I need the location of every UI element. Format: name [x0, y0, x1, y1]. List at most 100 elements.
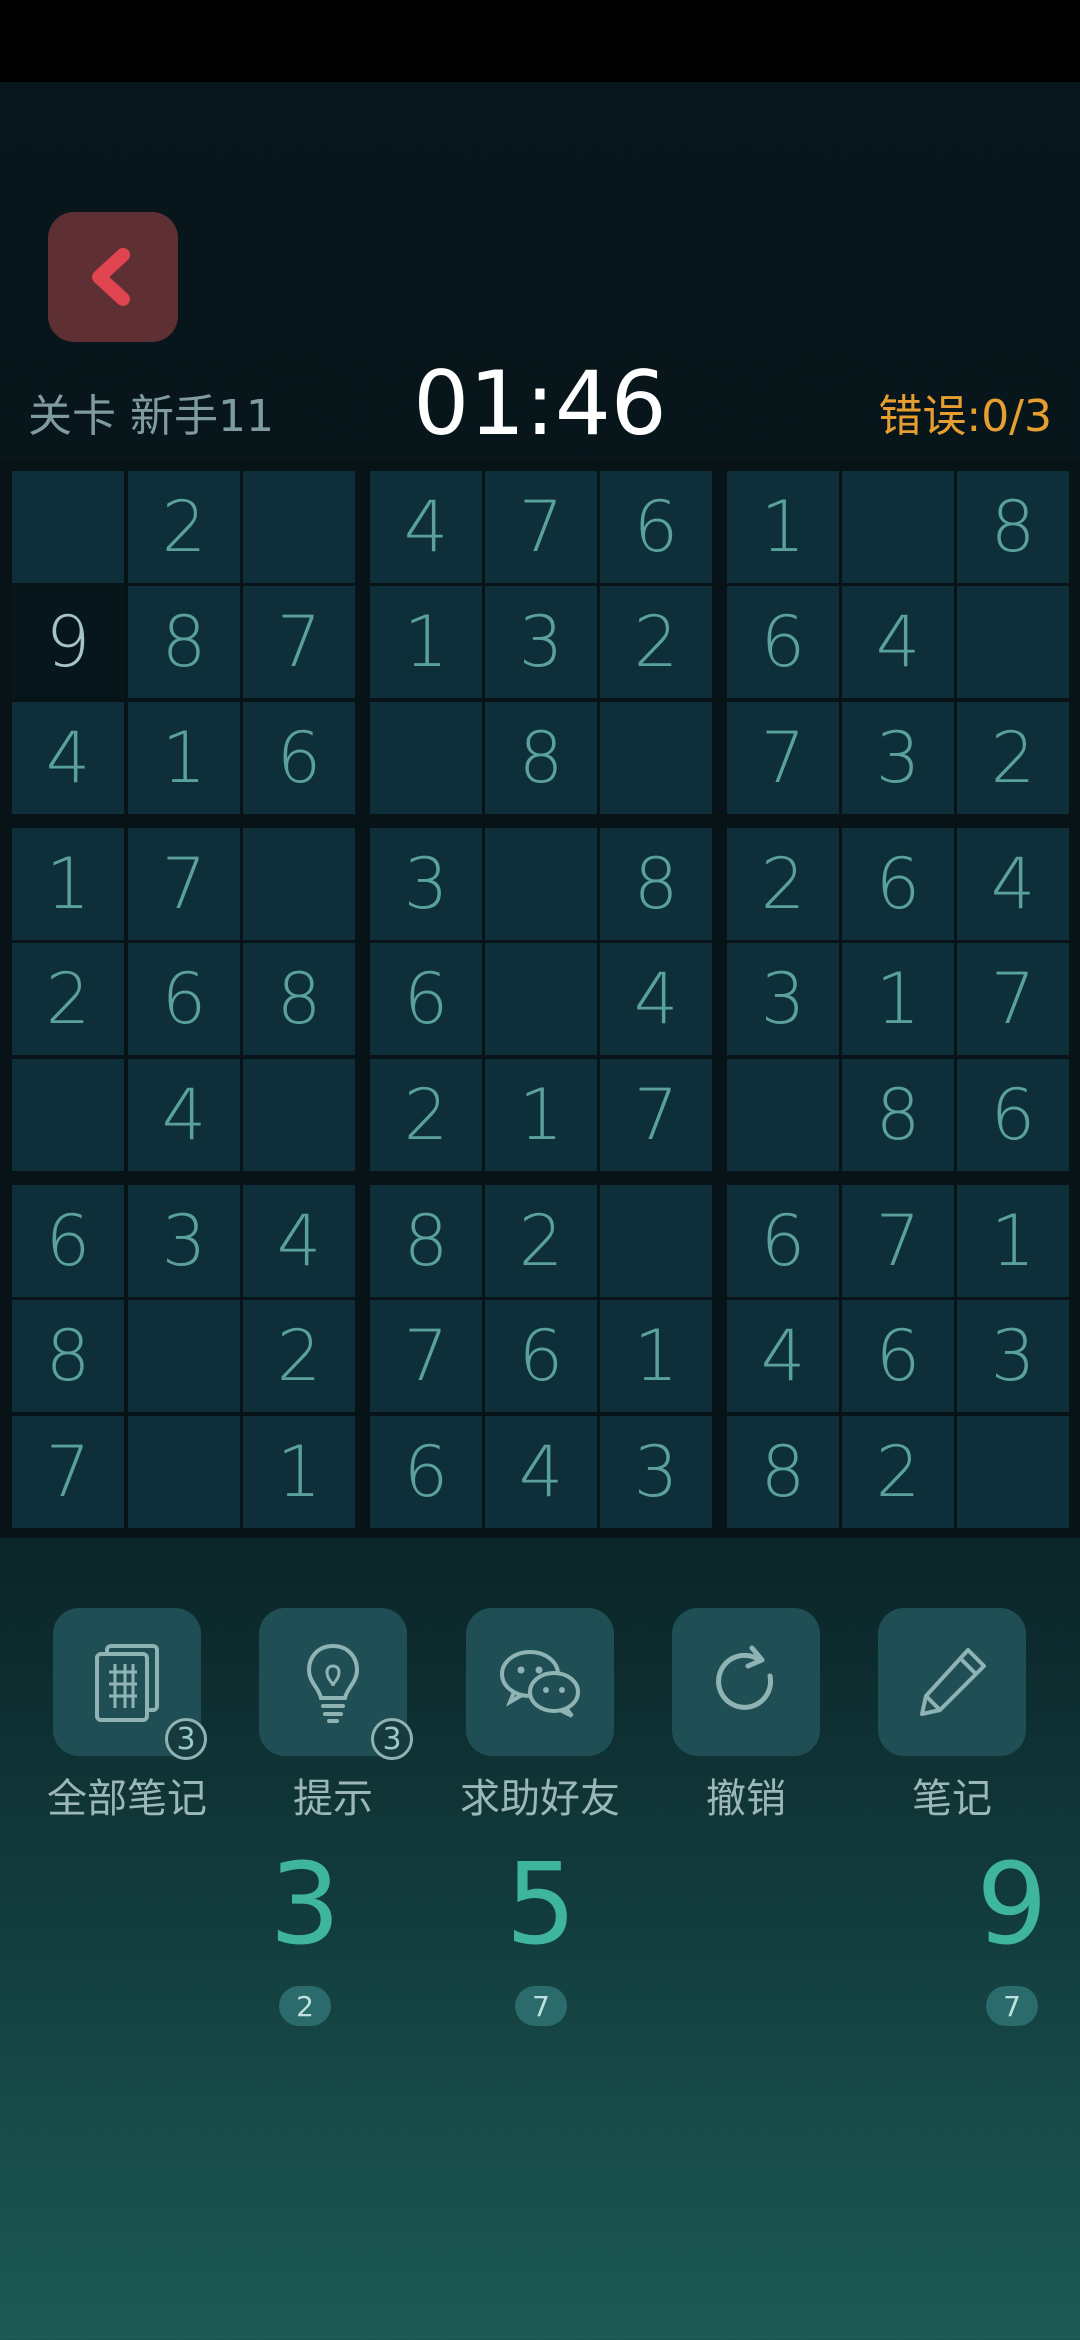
sudoku-cell[interactable]: 1	[370, 586, 482, 698]
sudoku-cell[interactable]: 1	[485, 1059, 597, 1171]
tool-notes[interactable]: 笔记	[878, 1608, 1026, 1822]
sudoku-cell[interactable]: 7	[243, 586, 355, 698]
sudoku-cell[interactable]	[727, 1059, 839, 1171]
sudoku-cell[interactable]: 7	[600, 1059, 712, 1171]
sudoku-cell[interactable]: 7	[12, 1416, 124, 1528]
sudoku-cell[interactable]: 7	[370, 1300, 482, 1412]
sudoku-cell[interactable]: 6	[842, 1300, 954, 1412]
sudoku-cell[interactable]: 6	[370, 1416, 482, 1528]
sudoku-cell[interactable]: 6	[600, 471, 712, 583]
back-button[interactable]	[48, 212, 178, 342]
lightbulb-icon	[306, 1643, 360, 1723]
sudoku-cell[interactable]: 2	[727, 828, 839, 940]
sudoku-cell[interactable]: 4	[12, 702, 124, 814]
ask-friend-button[interactable]	[466, 1608, 614, 1756]
sudoku-cell[interactable]: 7	[957, 943, 1069, 1055]
sudoku-cell[interactable]: 2	[485, 1185, 597, 1297]
sudoku-cell[interactable]	[128, 1300, 240, 1412]
sudoku-cell[interactable]	[370, 702, 482, 814]
sudoku-cell[interactable]: 7	[727, 702, 839, 814]
number-pad-key-9[interactable]: 9 7	[952, 1840, 1072, 2026]
sudoku-cell[interactable]: 4	[727, 1300, 839, 1412]
sudoku-cell[interactable]	[842, 471, 954, 583]
sudoku-cell[interactable]: 1	[12, 828, 124, 940]
sudoku-cell[interactable]	[12, 471, 124, 583]
sudoku-cell[interactable]: 8	[370, 1185, 482, 1297]
sudoku-cell[interactable]: 3	[957, 1300, 1069, 1412]
sudoku-cell[interactable]: 1	[727, 471, 839, 583]
sudoku-cell[interactable]: 2	[370, 1059, 482, 1171]
sudoku-cell[interactable]: 7	[128, 828, 240, 940]
sudoku-cell[interactable]: 2	[243, 1300, 355, 1412]
sudoku-cell[interactable]: 4	[600, 943, 712, 1055]
sudoku-cell[interactable]: 6	[957, 1059, 1069, 1171]
sudoku-cell[interactable]: 4	[842, 586, 954, 698]
sudoku-cell[interactable]: 2	[12, 943, 124, 1055]
status-bar	[0, 0, 1080, 82]
sudoku-cell[interactable]: 1	[957, 1185, 1069, 1297]
sudoku-cell[interactable]	[243, 828, 355, 940]
sudoku-cell[interactable]: 8	[842, 1059, 954, 1171]
sudoku-cell[interactable]: 1	[842, 943, 954, 1055]
sudoku-cell[interactable]	[243, 471, 355, 583]
tool-undo[interactable]: 撤销	[672, 1608, 820, 1822]
sudoku-cell[interactable]: 1	[128, 702, 240, 814]
sudoku-cell[interactable]: 7	[842, 1185, 954, 1297]
remaining-count: 7	[515, 1986, 567, 2026]
sudoku-cell[interactable]	[243, 1059, 355, 1171]
sudoku-cell[interactable]: 8	[243, 943, 355, 1055]
sudoku-cell[interactable]: 8	[12, 1300, 124, 1412]
sudoku-cell[interactable]: 4	[128, 1059, 240, 1171]
sudoku-cell[interactable]: 1	[243, 1416, 355, 1528]
sudoku-cell[interactable]: 6	[128, 943, 240, 1055]
sudoku-cell[interactable]: 7	[485, 471, 597, 583]
sudoku-cell[interactable]: 8	[600, 828, 712, 940]
sudoku-cell[interactable]: 6	[727, 1185, 839, 1297]
sudoku-cell[interactable]: 3	[600, 1416, 712, 1528]
hint-button[interactable]: 3	[259, 1608, 413, 1760]
sudoku-cell[interactable]: 1	[600, 1300, 712, 1412]
sudoku-cell[interactable]: 6	[485, 1300, 597, 1412]
tool-all-notes[interactable]: 3 全部笔记	[47, 1608, 207, 1822]
sudoku-cell[interactable]: 4	[370, 471, 482, 583]
sudoku-cell[interactable]: 2	[600, 586, 712, 698]
sudoku-cell[interactable]	[485, 828, 597, 940]
sudoku-cell[interactable]	[957, 1416, 1069, 1528]
sudoku-cell[interactable]	[957, 586, 1069, 698]
sudoku-cell[interactable]	[12, 1059, 124, 1171]
sudoku-cell[interactable]	[600, 702, 712, 814]
sudoku-cell[interactable]: 3	[370, 828, 482, 940]
sudoku-cell[interactable]: 3	[727, 943, 839, 1055]
sudoku-cell[interactable]: 2	[957, 702, 1069, 814]
sudoku-cell[interactable]: 3	[128, 1185, 240, 1297]
notes-document-icon	[95, 1644, 159, 1722]
sudoku-cell[interactable]: 8	[485, 702, 597, 814]
tool-hint[interactable]: 3 提示	[259, 1608, 413, 1822]
sudoku-cell[interactable]: 4	[243, 1185, 355, 1297]
sudoku-cell[interactable]: 4	[485, 1416, 597, 1528]
sudoku-cell[interactable]: 6	[727, 586, 839, 698]
sudoku-cell[interactable]: 6	[370, 943, 482, 1055]
sudoku-cell[interactable]	[128, 1416, 240, 1528]
number-pad-key-5[interactable]: 5 7	[481, 1840, 601, 2026]
all-notes-button[interactable]: 3	[53, 1608, 207, 1760]
undo-button[interactable]	[672, 1608, 820, 1756]
sudoku-cell[interactable]: 3	[842, 702, 954, 814]
sudoku-cell[interactable]: 8	[128, 586, 240, 698]
sudoku-cell[interactable]	[485, 943, 597, 1055]
sudoku-cell[interactable]: 2	[842, 1416, 954, 1528]
errors-label: 错误:	[878, 391, 982, 442]
sudoku-cell[interactable]	[600, 1185, 712, 1297]
sudoku-cell[interactable]: 6	[842, 828, 954, 940]
number-pad-key-3[interactable]: 3 2	[245, 1840, 365, 2026]
sudoku-cell[interactable]: 6	[12, 1185, 124, 1297]
sudoku-cell[interactable]: 8	[727, 1416, 839, 1528]
sudoku-cell[interactable]: 8	[957, 471, 1069, 583]
sudoku-cell[interactable]: 2	[128, 471, 240, 583]
sudoku-cell[interactable]: 4	[957, 828, 1069, 940]
notes-button[interactable]	[878, 1608, 1026, 1756]
sudoku-cell[interactable]: 3	[485, 586, 597, 698]
sudoku-cell[interactable]: 6	[243, 702, 355, 814]
sudoku-cell[interactable]: 9	[12, 586, 124, 698]
tool-ask-friend[interactable]: 求助好友	[460, 1608, 620, 1822]
